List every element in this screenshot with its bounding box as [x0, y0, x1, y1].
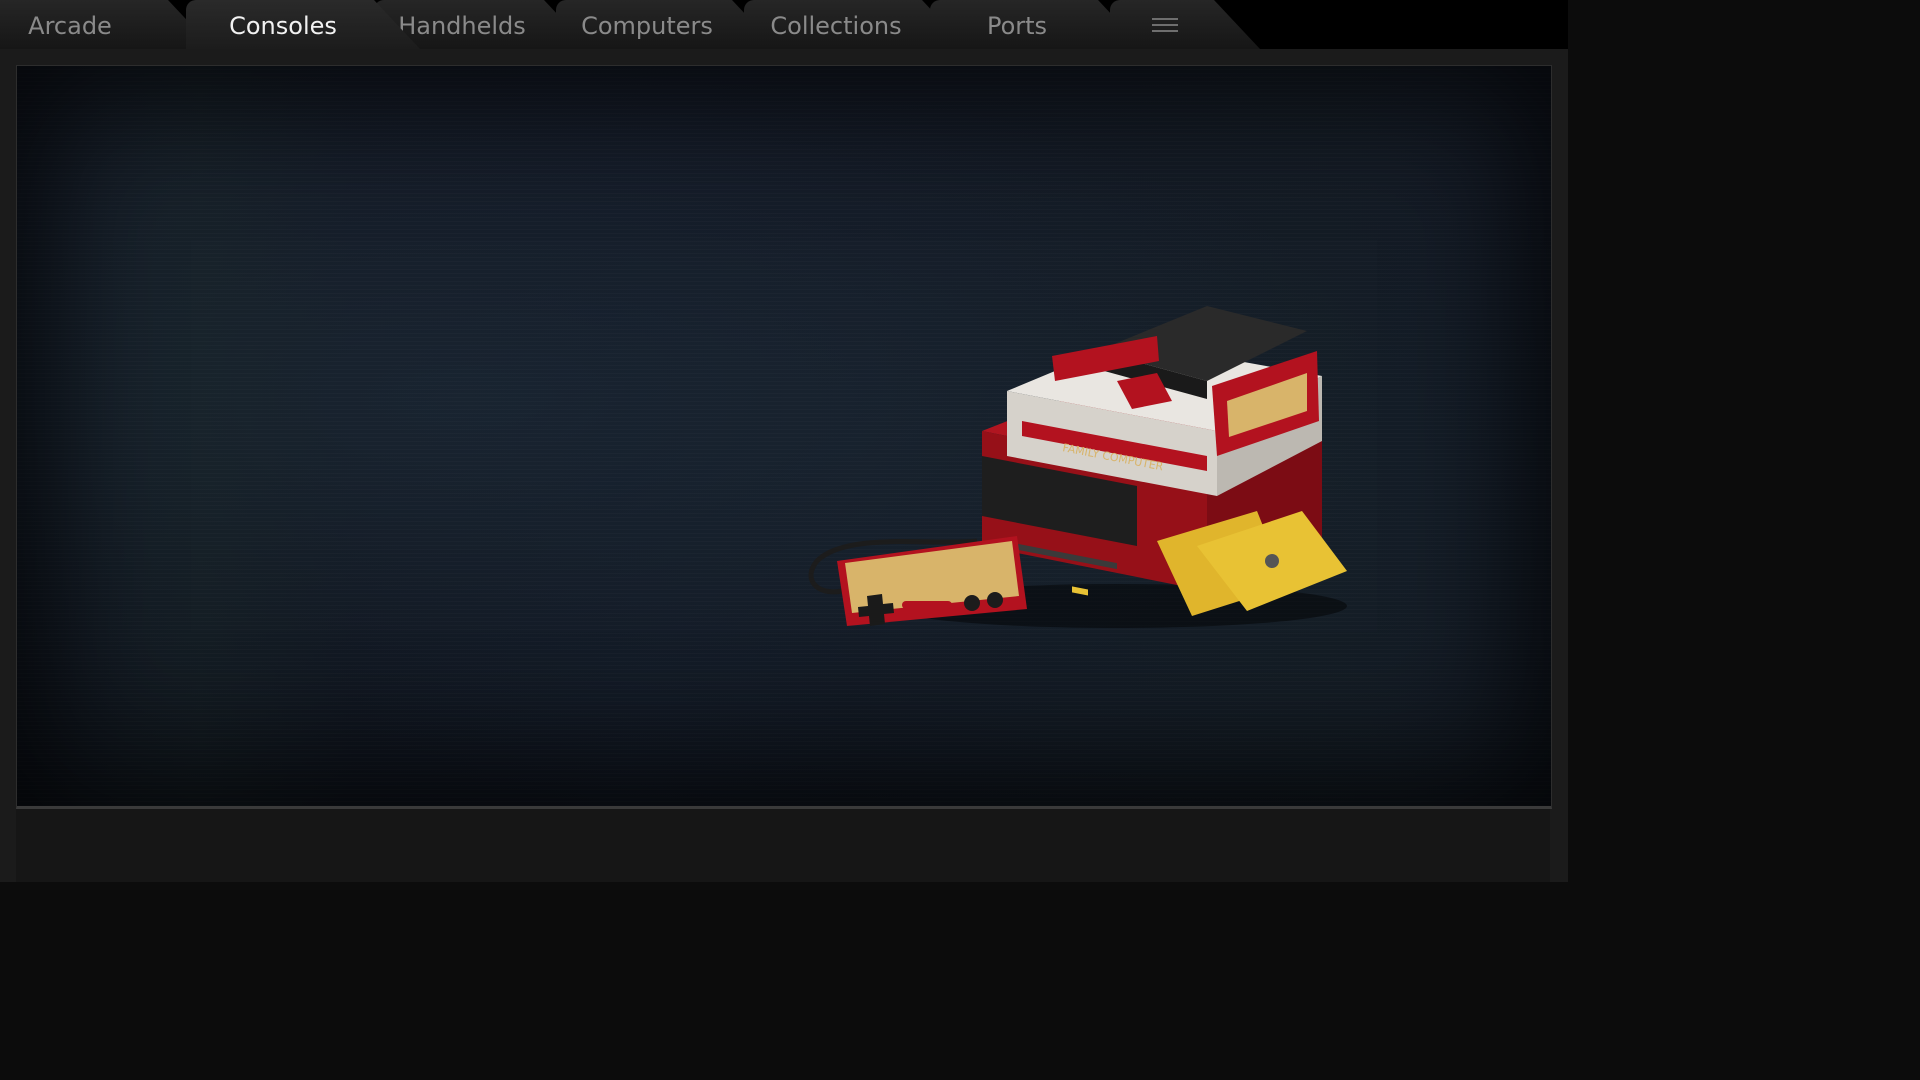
- tab-label: Computers: [581, 12, 713, 40]
- tab-label: Ports: [986, 12, 1048, 40]
- vignette-overlay: [17, 66, 1551, 806]
- tab-label: Arcade: [28, 12, 112, 40]
- system-category-tabbar: Arcade Consoles Handhelds Computers Coll…: [0, 0, 1568, 50]
- main-panel: FAMILY COMPUTER: [0, 49, 1568, 882]
- app-window: Arcade Consoles Handhelds Computers Coll…: [0, 0, 1568, 882]
- tab-arcade[interactable]: Arcade: [0, 0, 214, 49]
- tab-label: Handhelds: [398, 12, 526, 40]
- system-preview-area: FAMILY COMPUTER: [16, 65, 1552, 809]
- bottom-info-bar: [16, 809, 1550, 882]
- tab-label: Consoles: [229, 12, 337, 40]
- tab-label: Collections: [770, 12, 902, 40]
- hamburger-menu-icon: [1152, 17, 1178, 33]
- tab-consoles[interactable]: Consoles: [186, 0, 420, 49]
